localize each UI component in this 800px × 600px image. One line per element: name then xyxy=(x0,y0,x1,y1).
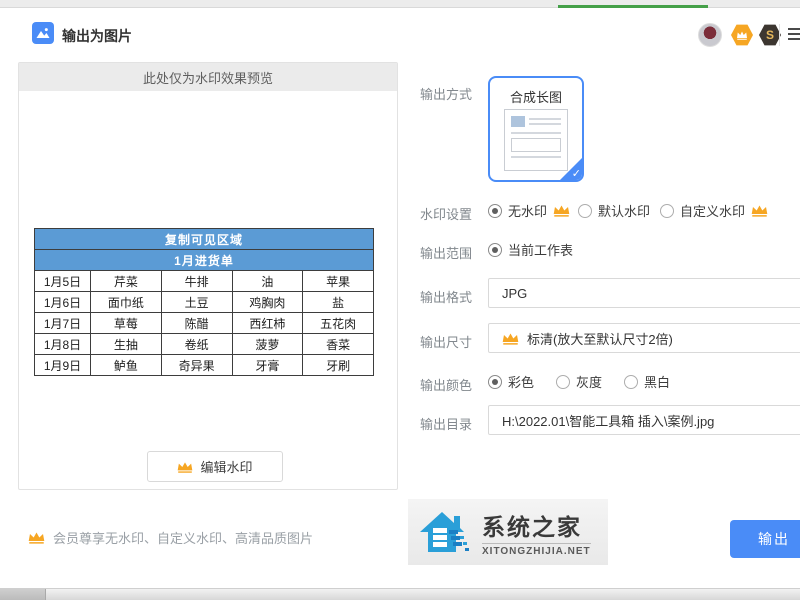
edit-watermark-label: 编辑水印 xyxy=(200,457,252,476)
house-logo-icon xyxy=(416,506,474,558)
radio-default-watermark[interactable]: 默认水印 xyxy=(578,201,650,220)
table-row: 1月6日 面巾纸 土豆 鸡胸肉 盐 xyxy=(35,292,374,313)
cell: 1月8日 xyxy=(35,334,91,355)
output-format-select[interactable]: JPG xyxy=(488,278,800,308)
table-header-row: 复制可见区域 xyxy=(35,229,374,250)
radio-color[interactable]: 彩色 xyxy=(488,372,534,391)
radio-label: 无水印 xyxy=(508,201,547,220)
crown-icon xyxy=(553,204,570,217)
cell: 奇异果 xyxy=(161,355,232,376)
radio-label: 彩色 xyxy=(508,372,534,391)
radio-icon[interactable] xyxy=(660,204,674,218)
cell: 牙刷 xyxy=(303,355,374,376)
export-button[interactable]: 输出 xyxy=(730,520,800,558)
output-format-label: 输出格式 xyxy=(420,287,472,306)
header-divider xyxy=(779,24,780,46)
watermark-setting-label: 水印设置 xyxy=(420,204,472,223)
site-logo-en: XITONGZHIJIA.NET xyxy=(482,543,591,557)
output-size-label: 输出尺寸 xyxy=(420,332,472,351)
output-method-label: 输出方式 xyxy=(420,84,472,103)
cell: 盐 xyxy=(303,292,374,313)
table-row: 1月8日 生抽 卷纸 菠萝 香菜 xyxy=(35,334,374,355)
cell: 鸡胸肉 xyxy=(232,292,303,313)
output-range-label: 输出范围 xyxy=(420,243,472,262)
site-logo-cn: 系统之家 xyxy=(482,508,591,542)
radio-no-watermark[interactable]: 无水印 xyxy=(488,201,570,220)
table-row: 1月7日 草莓 陈醋 西红柿 五花肉 xyxy=(35,313,374,334)
cell: 牛排 xyxy=(161,271,232,292)
cell: 鲈鱼 xyxy=(91,355,162,376)
cell: 1月9日 xyxy=(35,355,91,376)
cell: 1月6日 xyxy=(35,292,91,313)
cell: 牙膏 xyxy=(232,355,303,376)
table-subtitle: 1月进货单 xyxy=(35,250,374,271)
radio-icon[interactable] xyxy=(556,375,570,389)
cell: 五花肉 xyxy=(303,313,374,334)
crown-icon xyxy=(177,461,193,473)
radio-label: 灰度 xyxy=(576,372,602,391)
cell: 草莓 xyxy=(91,313,162,334)
status-bar-segment xyxy=(0,589,46,600)
output-color-label: 输出颜色 xyxy=(420,375,472,394)
cell: 面巾纸 xyxy=(91,292,162,313)
cell: 菠萝 xyxy=(232,334,303,355)
radio-black-white[interactable]: 黑白 xyxy=(624,372,670,391)
cell: 芹菜 xyxy=(91,271,162,292)
preview-table: 复制可见区域 1月进货单 1月5日 芹菜 牛排 油 苹果 1月6日 面巾纸 土豆… xyxy=(34,228,374,376)
vip-crown-badge-icon[interactable] xyxy=(731,24,753,46)
radio-icon[interactable] xyxy=(578,204,592,218)
cell: 1月5日 xyxy=(35,271,91,292)
preview-banner: 此处仅为水印效果预览 xyxy=(19,63,397,91)
radio-grayscale[interactable]: 灰度 xyxy=(556,372,602,391)
radio-custom-watermark[interactable]: 自定义水印 xyxy=(660,201,768,220)
output-format-value: JPG xyxy=(502,286,527,301)
cell: 卷纸 xyxy=(161,334,232,355)
card-label: 合成长图 xyxy=(490,87,582,106)
radio-icon[interactable] xyxy=(488,204,502,218)
vip-note-text: 会员尊享无水印、自定义水印、高清品质图片 xyxy=(53,528,313,547)
output-size-value: 标清(放大至默认尺寸2倍) xyxy=(527,329,673,348)
crown-icon xyxy=(502,332,519,345)
vip-note: 会员尊享无水印、自定义水印、高清品质图片 xyxy=(28,528,313,547)
watermark-preview-panel: 此处仅为水印效果预览 复制可见区域 1月进货单 1月5日 芹菜 牛排 油 苹果 … xyxy=(18,62,398,490)
table-subheader-row: 1月进货单 xyxy=(35,250,374,271)
output-size-select[interactable]: 标清(放大至默认尺寸2倍) xyxy=(488,323,800,353)
cell: 生抽 xyxy=(91,334,162,355)
page-title: 输出为图片 xyxy=(62,26,132,46)
output-directory-label: 输出目录 xyxy=(420,414,472,433)
table-row: 1月9日 鲈鱼 奇异果 牙膏 牙刷 xyxy=(35,355,374,376)
cell: 油 xyxy=(232,271,303,292)
output-method-card-long-image[interactable]: 合成长图 ✓ xyxy=(488,76,584,182)
user-avatar[interactable] xyxy=(698,23,722,47)
output-directory-value: H:\2022.01\智能工具箱 插入\案例.jpg xyxy=(502,411,714,430)
cell: 土豆 xyxy=(161,292,232,313)
background-app-status-bar xyxy=(0,588,800,600)
radio-label: 自定义水印 xyxy=(680,201,745,220)
radio-label: 当前工作表 xyxy=(508,240,573,259)
edit-watermark-button[interactable]: 编辑水印 xyxy=(147,451,283,482)
site-watermark-logo: 系统之家 XITONGZHIJIA.NET xyxy=(408,499,608,565)
table-title: 复制可见区域 xyxy=(35,229,374,250)
cell: 西红柿 xyxy=(232,313,303,334)
cell: 1月7日 xyxy=(35,313,91,334)
cell: 香菜 xyxy=(303,334,374,355)
cell: 陈醋 xyxy=(161,313,232,334)
table-row: 1月5日 芹菜 牛排 油 苹果 xyxy=(35,271,374,292)
output-directory-input[interactable]: H:\2022.01\智能工具箱 插入\案例.jpg xyxy=(488,405,800,435)
crown-icon xyxy=(28,531,45,544)
check-icon: ✓ xyxy=(572,167,581,180)
crown-icon xyxy=(751,204,768,217)
radio-current-sheet[interactable]: 当前工作表 xyxy=(488,240,573,259)
radio-label: 默认水印 xyxy=(598,201,650,220)
cell: 苹果 xyxy=(303,271,374,292)
radio-icon[interactable] xyxy=(624,375,638,389)
menu-icon[interactable] xyxy=(788,28,800,42)
image-icon xyxy=(32,22,54,44)
radio-icon[interactable] xyxy=(488,375,502,389)
coin-badge-icon[interactable]: S xyxy=(759,24,781,46)
dialog-header: 输出为图片 S xyxy=(0,8,800,56)
background-app-top-strip xyxy=(0,0,800,8)
radio-icon[interactable] xyxy=(488,243,502,257)
radio-label: 黑白 xyxy=(644,372,670,391)
